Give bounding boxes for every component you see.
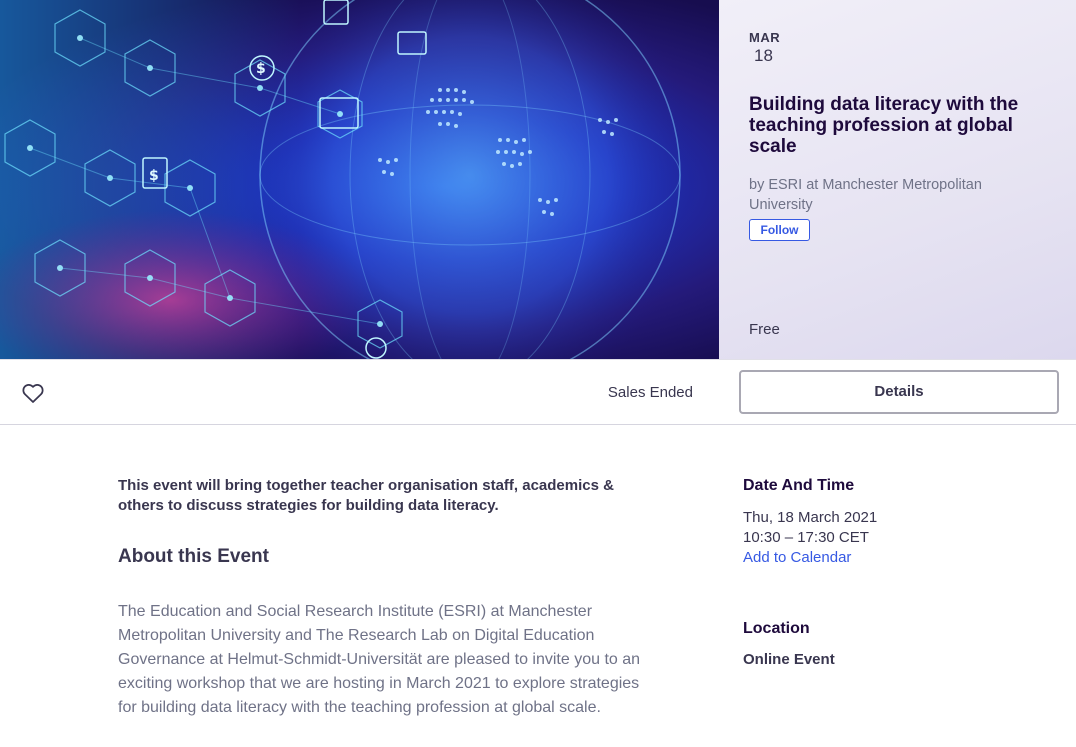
event-price: Free [749, 321, 780, 338]
event-month: MAR [749, 30, 781, 45]
add-to-calendar-link[interactable]: Add to Calendar [743, 549, 851, 566]
event-organizer[interactable]: by ESRI at Manchester Metropolitan Unive… [749, 175, 1049, 215]
follow-button[interactable]: Follow [749, 219, 810, 241]
location-heading: Location [743, 620, 810, 637]
heart-icon [22, 383, 44, 403]
event-title: Building data literacy with the teaching… [749, 94, 1019, 157]
event-location: Online Event [743, 651, 835, 668]
event-description: The Education and Social Research Instit… [118, 603, 641, 716]
digital-globe-illustration: $ $ [0, 0, 700, 359]
event-time: 10:30 – 17:30 CET [743, 529, 869, 546]
event-date: Thu, 18 March 2021 [743, 509, 878, 526]
event-summary: This event will bring together teacher o… [118, 477, 614, 514]
about-heading: About this Event [118, 546, 269, 567]
svg-text:$: $ [256, 61, 266, 77]
event-hero: $ $ MAR 18 Building data literacy with t… [0, 0, 1076, 359]
like-button[interactable] [20, 380, 46, 406]
ticket-action-bar: Sales Ended Details [0, 359, 1076, 425]
sales-status: Sales Ended [607, 384, 693, 401]
event-day: 18 [754, 46, 773, 65]
event-banner-image: $ $ [0, 0, 719, 359]
event-info-panel: MAR 18 Building data literacy with the t… [719, 0, 1076, 359]
date-time-heading: Date And Time [743, 477, 855, 494]
details-button[interactable]: Details [739, 370, 1059, 414]
svg-text:$: $ [149, 168, 159, 184]
